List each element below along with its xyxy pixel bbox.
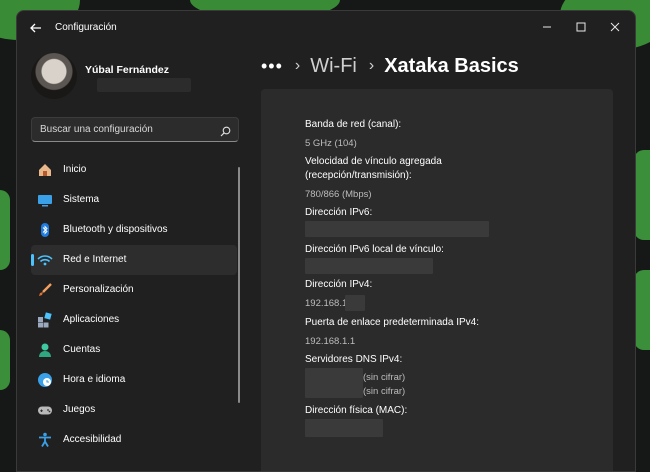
gateway-label: Puerta de enlace predeterminada IPv4: — [305, 317, 479, 328]
sidebar-item-label: Personalización — [63, 284, 134, 295]
selection-indicator — [31, 254, 34, 266]
time-language-icon — [37, 372, 53, 388]
link-speed-label: Velocidad de vínculo agregada — [305, 156, 442, 167]
sidebar-item-label: Hora e idioma — [63, 374, 126, 385]
mac-label: Dirección física (MAC): — [305, 405, 408, 416]
sidebar-item-inicio[interactable]: Inicio — [31, 155, 237, 185]
network-icon — [37, 252, 53, 268]
search-placeholder: Buscar una configuración — [40, 124, 153, 135]
breadcrumb: ••• › Wi-Fi › Xataka Basics — [261, 51, 519, 81]
sidebar-item-label: Bluetooth y dispositivos — [63, 224, 168, 235]
back-arrow-icon[interactable] — [27, 20, 45, 36]
breadcrumb-more-button[interactable]: ••• — [261, 56, 283, 77]
ipv6-label: Dirección IPv6: — [305, 207, 373, 218]
wallpaper-shape — [0, 190, 10, 270]
sidebar-item-juegos[interactable]: Juegos — [31, 395, 237, 425]
app-title: Configuración — [55, 22, 117, 33]
ipv6-link-local-value-redacted — [305, 258, 433, 274]
minimize-button[interactable] — [532, 17, 562, 37]
gamepad-icon — [37, 402, 53, 418]
chevron-right-icon: › — [368, 57, 375, 74]
band-label: Banda de red (canal): — [305, 119, 402, 130]
sidebar-item-accesibilidad[interactable]: Accesibilidad — [31, 425, 237, 455]
wallpaper-shape — [0, 330, 10, 390]
sidebar-item-label: Inicio — [63, 164, 87, 175]
sidebar-item-label: Red e Internet — [63, 254, 127, 265]
ipv4-label: Dirección IPv4: — [305, 279, 373, 290]
sidebar-item-label: Accesibilidad — [63, 434, 122, 445]
dns-servers-redacted — [305, 368, 363, 398]
accounts-icon — [37, 342, 53, 358]
close-button[interactable] — [600, 17, 630, 37]
gateway-value: 192.168.1.1 — [305, 336, 356, 347]
settings-window: Configuración Yúbal Fernández Buscar una… — [16, 10, 636, 472]
ipv6-value-redacted — [305, 221, 489, 237]
user-name: Yúbal Fernández — [85, 64, 170, 76]
network-properties-panel: Banda de red (canal): 5 GHz (104) Veloci… — [261, 89, 613, 471]
wallpaper-shape — [634, 150, 650, 240]
ipv4-value: 192.168.1 — [305, 298, 348, 309]
breadcrumb-wifi-link[interactable]: Wi-Fi — [310, 55, 357, 78]
mac-value-redacted — [305, 419, 383, 437]
home-icon — [37, 162, 53, 178]
sidebar-item-bluetooth[interactable]: Bluetooth y dispositivos — [31, 215, 237, 245]
link-speed-value: 780/866 (Mbps) — [305, 189, 372, 200]
dns-encryption-1: (sin cifrar) — [363, 372, 406, 383]
link-speed-label-2: (recepción/transmisión): — [305, 170, 412, 181]
ipv6-link-local-label: Dirección IPv6 local de vínculo: — [305, 244, 444, 255]
band-value: 5 GHz (104) — [305, 138, 357, 149]
sidebar-item-red-internet[interactable]: Red e Internet — [31, 245, 237, 275]
chevron-right-icon: › — [294, 57, 301, 74]
wallpaper-shape — [634, 270, 650, 350]
search-icon[interactable] — [220, 124, 231, 137]
sidebar-item-label: Sistema — [63, 194, 100, 205]
user-profile[interactable]: Yúbal Fernández — [31, 53, 251, 103]
sidebar-scrollbar[interactable] — [238, 167, 240, 403]
accessibility-icon — [37, 432, 53, 448]
dns-encryption-2: (sin cifrar) — [363, 386, 406, 397]
sidebar-item-cuentas[interactable]: Cuentas — [31, 335, 237, 365]
maximize-button[interactable] — [566, 17, 596, 37]
sidebar-item-label: Juegos — [63, 404, 96, 415]
title-bar: Configuración — [17, 11, 635, 45]
sidebar-item-hora-idioma[interactable]: Hora e idioma — [31, 365, 237, 395]
sidebar-item-personalizacion[interactable]: Personalización — [31, 275, 237, 305]
system-icon — [37, 192, 53, 208]
sidebar-nav: Inicio Sistema Bluetooth y dispositivos … — [31, 155, 237, 455]
avatar — [31, 53, 77, 99]
search-input[interactable]: Buscar una configuración — [31, 117, 239, 142]
sidebar-item-label: Aplicaciones — [63, 314, 120, 325]
user-email-redacted — [97, 78, 191, 92]
sidebar-item-label: Cuentas — [63, 344, 101, 355]
sidebar-item-aplicaciones[interactable]: Aplicaciones — [31, 305, 237, 335]
sidebar-item-sistema[interactable]: Sistema — [31, 185, 237, 215]
bluetooth-icon — [37, 222, 53, 238]
page-title: Xataka Basics — [384, 54, 519, 77]
brush-icon — [37, 282, 53, 298]
dns-label: Servidores DNS IPv4: — [305, 354, 403, 365]
apps-icon — [37, 312, 53, 328]
ipv4-suffix-redacted — [345, 295, 365, 311]
